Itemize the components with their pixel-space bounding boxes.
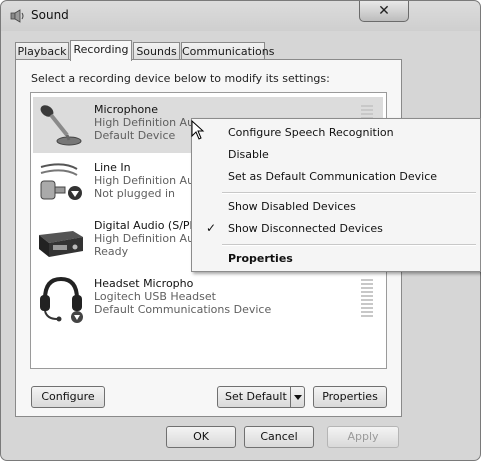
close-button[interactable]: ✕ <box>359 1 409 22</box>
close-icon: ✕ <box>378 3 390 19</box>
menu-item-label: Show Disconnected Devices <box>228 222 383 235</box>
device-status: Default Communications Device <box>94 303 272 316</box>
title-bar[interactable]: Sound ✕ <box>1 1 480 31</box>
device-description: High Definition Au <box>94 174 195 187</box>
menu-item-label: Properties <box>228 252 293 265</box>
device-name: Headset Micropho <box>94 277 194 290</box>
menu-separator <box>222 192 476 194</box>
device-description: Logitech USB Headset <box>94 290 216 303</box>
apply-button: Apply <box>327 426 399 448</box>
device-status: Ready <box>94 245 129 258</box>
configure-button[interactable]: Configure <box>31 386 105 408</box>
mouse-cursor-icon <box>191 120 205 140</box>
chevron-down-icon <box>294 395 302 400</box>
menu-item-configure-speech-recognition[interactable]: Configure Speech Recognition <box>194 122 478 143</box>
speaker-icon <box>10 9 24 23</box>
menu-item-show-disabled-devices[interactable]: Show Disabled Devices <box>194 196 478 217</box>
menu-item-label: Set as Default Communication Device <box>228 170 438 183</box>
device-status: Not plugged in <box>94 187 176 200</box>
microphone-icon <box>40 105 82 146</box>
set-default-dropdown[interactable] <box>290 387 304 407</box>
instruction-text: Select a recording device below to modif… <box>31 72 330 85</box>
device-row-headset-microphone[interactable]: Headset Micropho Logitech USB Headset De… <box>33 271 383 327</box>
menu-item-properties[interactable]: Properties <box>194 248 478 269</box>
device-context-menu: Configure Speech Recognition Disable Set… <box>191 118 481 272</box>
headset-icon <box>40 276 83 323</box>
device-name: Microphone <box>94 103 159 116</box>
ok-button[interactable]: OK <box>166 426 236 448</box>
menu-item-label: Configure Speech Recognition <box>228 126 394 139</box>
tab-sounds[interactable]: Sounds <box>133 42 180 60</box>
tab-recording[interactable]: Recording <box>70 40 132 61</box>
tab-playback[interactable]: Playback <box>15 42 69 60</box>
window-title: Sound <box>31 8 69 22</box>
menu-item-label: Show Disabled Devices <box>228 200 356 213</box>
menu-item-label: Disable <box>228 148 269 161</box>
menu-item-disable[interactable]: Disable <box>194 144 478 165</box>
checkmark-icon: ✓ <box>206 221 217 235</box>
set-default-split-button[interactable]: Set Default <box>217 386 305 408</box>
cancel-button[interactable]: Cancel <box>244 426 314 448</box>
device-description: High Definition Au <box>94 232 195 245</box>
device-description: High Definition Au <box>94 116 195 129</box>
device-status: Default Device <box>94 129 176 142</box>
level-meter <box>361 279 373 319</box>
properties-button[interactable]: Properties <box>313 386 387 408</box>
device-name: Line In <box>94 161 131 174</box>
menu-item-show-disconnected-devices[interactable]: ✓ Show Disconnected Devices <box>194 218 478 239</box>
menu-item-set-default-communication[interactable]: Set as Default Communication Device <box>194 166 478 187</box>
tab-communications[interactable]: Communications <box>181 42 274 60</box>
digital-audio-icon <box>39 231 83 257</box>
line-in-cable-icon <box>40 163 82 200</box>
device-name: Digital Audio (S/PD <box>94 219 199 232</box>
menu-separator <box>222 244 476 246</box>
set-default-label: Set Default <box>225 390 287 403</box>
